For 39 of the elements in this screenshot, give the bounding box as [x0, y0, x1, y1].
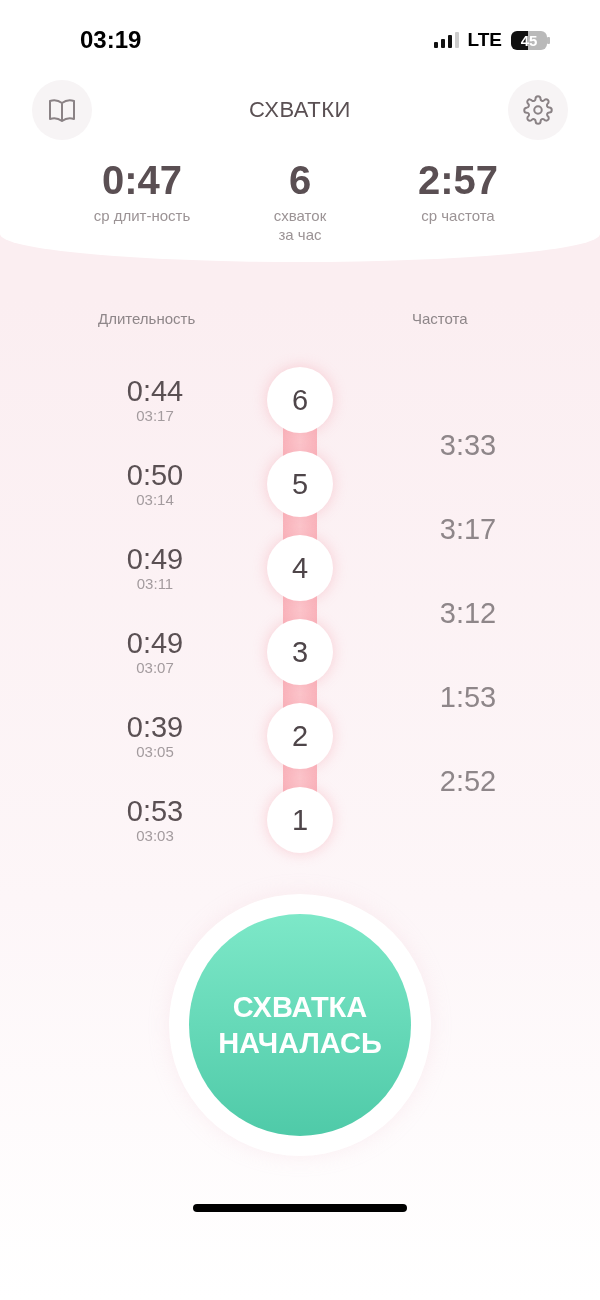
contraction-number: 3	[267, 619, 333, 685]
stat-value: 2:57	[417, 157, 499, 204]
battery-tip-icon	[547, 36, 550, 44]
contraction-duration: 0:53	[126, 795, 184, 827]
signal-icon	[433, 32, 460, 48]
contraction-interval: 2:52	[439, 764, 497, 798]
column-header: Длительность	[98, 310, 196, 329]
network-label: LTE	[467, 29, 502, 51]
stat-label: ср частота	[421, 206, 495, 225]
contraction-duration: 0:49	[126, 543, 184, 575]
contraction-time: 03:07	[136, 659, 174, 677]
contraction-duration: 0:44	[126, 375, 184, 407]
contraction-number: 6	[267, 367, 333, 433]
start-contraction-button[interactable]: СХВАТКА НАЧАЛАСЬ	[189, 914, 411, 1136]
contraction-number: 2	[267, 703, 333, 769]
contraction-time: 03:03	[136, 827, 174, 845]
contraction-interval: 3:33	[439, 428, 497, 462]
stat-label: ср длит-ность	[93, 206, 191, 225]
contraction-time: 03:17	[136, 407, 174, 425]
contraction-number: 4	[267, 535, 333, 601]
contraction-time: 03:14	[136, 491, 174, 509]
screen-title: СХВАТКИ	[248, 97, 352, 123]
contraction-number: 5	[267, 451, 333, 517]
contraction-interval: 3:17	[439, 512, 497, 546]
status-time: 03:19	[80, 26, 142, 54]
column-header: Частота	[412, 310, 468, 329]
stat-label: схваток за час	[273, 206, 327, 244]
contraction-duration: 0:49	[126, 627, 184, 659]
stat-value: 6	[288, 157, 312, 204]
contraction-interval: 1:53	[439, 680, 497, 714]
contraction-duration: 0:50	[126, 459, 184, 491]
contraction-number: 1	[267, 787, 333, 853]
book-icon	[48, 98, 76, 122]
settings-icon	[523, 95, 553, 125]
contraction-time: 03:05	[136, 743, 174, 761]
contraction-duration: 0:39	[126, 711, 184, 743]
contraction-time: 03:11	[136, 575, 174, 593]
stat-value: 0:47	[101, 157, 183, 204]
contraction-interval: 3:12	[439, 596, 497, 630]
